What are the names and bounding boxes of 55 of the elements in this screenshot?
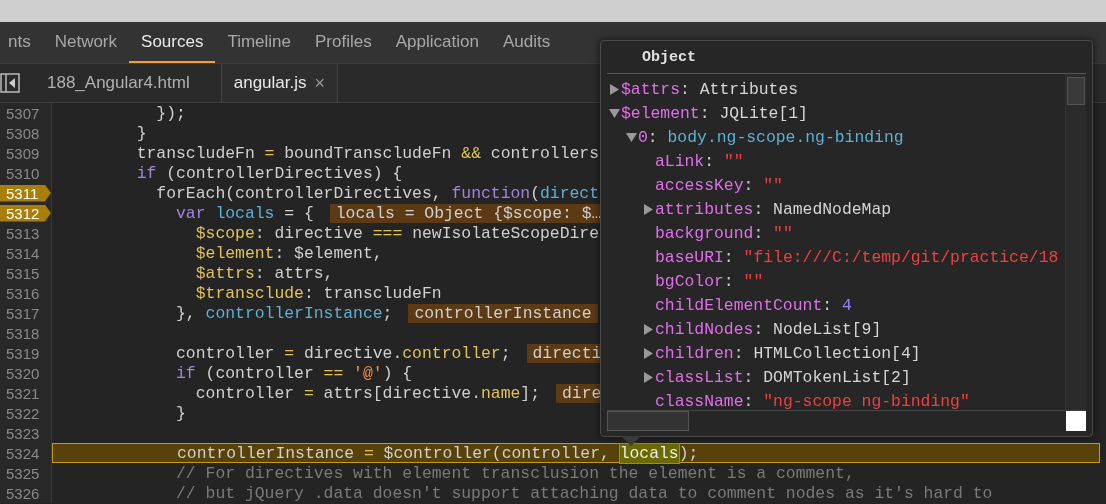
property-row: childElementCount: 4 — [655, 295, 852, 315]
property-row: attributes: NamedNodeMap — [655, 199, 892, 219]
code-line: var locals = { — [175, 203, 314, 223]
file-tab[interactable]: angular.js × — [220, 64, 338, 102]
breakpoint-marker[interactable]: 5311 — [0, 184, 51, 202]
close-icon[interactable]: × — [314, 72, 325, 94]
property-row: 0: body.ng-scope.ng-binding — [638, 127, 904, 147]
disclosure-triangle-icon[interactable] — [609, 107, 620, 119]
vertical-scrollbar[interactable] — [1065, 74, 1086, 410]
code-line: controller = attrs[directive.name]; — [194, 383, 540, 403]
property-row: classList: DOMTokenList[2] — [655, 367, 911, 387]
code-line: } — [175, 403, 186, 423]
panel-tab[interactable]: Network — [42, 22, 130, 63]
property-row: children: HTMLCollection[4] — [655, 343, 921, 363]
disclosure-triangle-icon[interactable] — [643, 203, 654, 215]
code-line: $transclude: transcludeFn — [194, 283, 442, 303]
file-tab[interactable]: 188_Angular4.html — [34, 64, 203, 102]
code-line: // but jQuery .data doesn't support attaching data to comment nodes as it's hard to — [175, 483, 993, 503]
disclosure-triangle-icon[interactable] — [643, 371, 654, 383]
popover-title: Object — [607, 41, 1086, 74]
code-line: }); — [155, 103, 186, 123]
property-row: childNodes: NodeList[9] — [655, 319, 882, 339]
breakpoint-marker[interactable]: 5312 — [0, 204, 51, 222]
panel-tab[interactable]: Timeline — [215, 22, 304, 63]
code-line: if (controller == '@') { — [175, 363, 413, 383]
property-row: $element: JQLite[1] — [621, 103, 808, 123]
property-row: bgColor: "" — [655, 271, 764, 291]
inline-value: controllerInstance — [408, 303, 598, 323]
property-row: className: "ng-scope ng-binding" — [655, 391, 970, 410]
code-line: forEach(controllerDirectives, function(direct — [155, 183, 600, 203]
code-line: } — [135, 123, 147, 143]
disclosure-triangle-icon[interactable] — [609, 83, 620, 95]
panel-tab[interactable]: Profiles — [303, 22, 384, 63]
disclosure-triangle-icon[interactable] — [643, 347, 654, 359]
code-line: $attrs: attrs, — [194, 263, 334, 283]
panel-tab[interactable]: Application — [383, 22, 491, 63]
property-row: aLink: "" — [655, 151, 744, 171]
code-line: controller = directive.controller; — [175, 343, 511, 363]
property-row: background: "" — [655, 223, 793, 243]
panel-tab[interactable]: nts — [0, 22, 43, 63]
code-line: }, controllerInstance; — [175, 303, 393, 323]
code-line: if (controllerDirectives) { — [135, 163, 403, 183]
code-line: // For directives with element transclusion the element is a comment, — [175, 463, 855, 483]
disclosure-triangle-icon[interactable] — [626, 131, 637, 143]
horizontal-scrollbar[interactable] — [607, 410, 1086, 431]
code-line: $element: $element, — [194, 243, 383, 263]
code-line: controllerInstance = $controller(controller, locals); — [176, 443, 699, 463]
code-line: $scope: directive === newIsolateScopeDire — [194, 223, 600, 243]
code-line: transcludeFn = boundTranscludeFn && controllers — [135, 143, 600, 163]
disclosure-triangle-icon[interactable] — [643, 323, 654, 335]
sidebar-toggle-icon[interactable] — [0, 72, 22, 94]
property-row: accessKey: "" — [655, 175, 783, 195]
panel-tab[interactable]: Audits — [490, 22, 563, 63]
property-row: baseURI: "file:///C:/temp/git/practice/18 — [655, 247, 1059, 267]
property-row: $attrs: Attributes — [621, 79, 799, 99]
